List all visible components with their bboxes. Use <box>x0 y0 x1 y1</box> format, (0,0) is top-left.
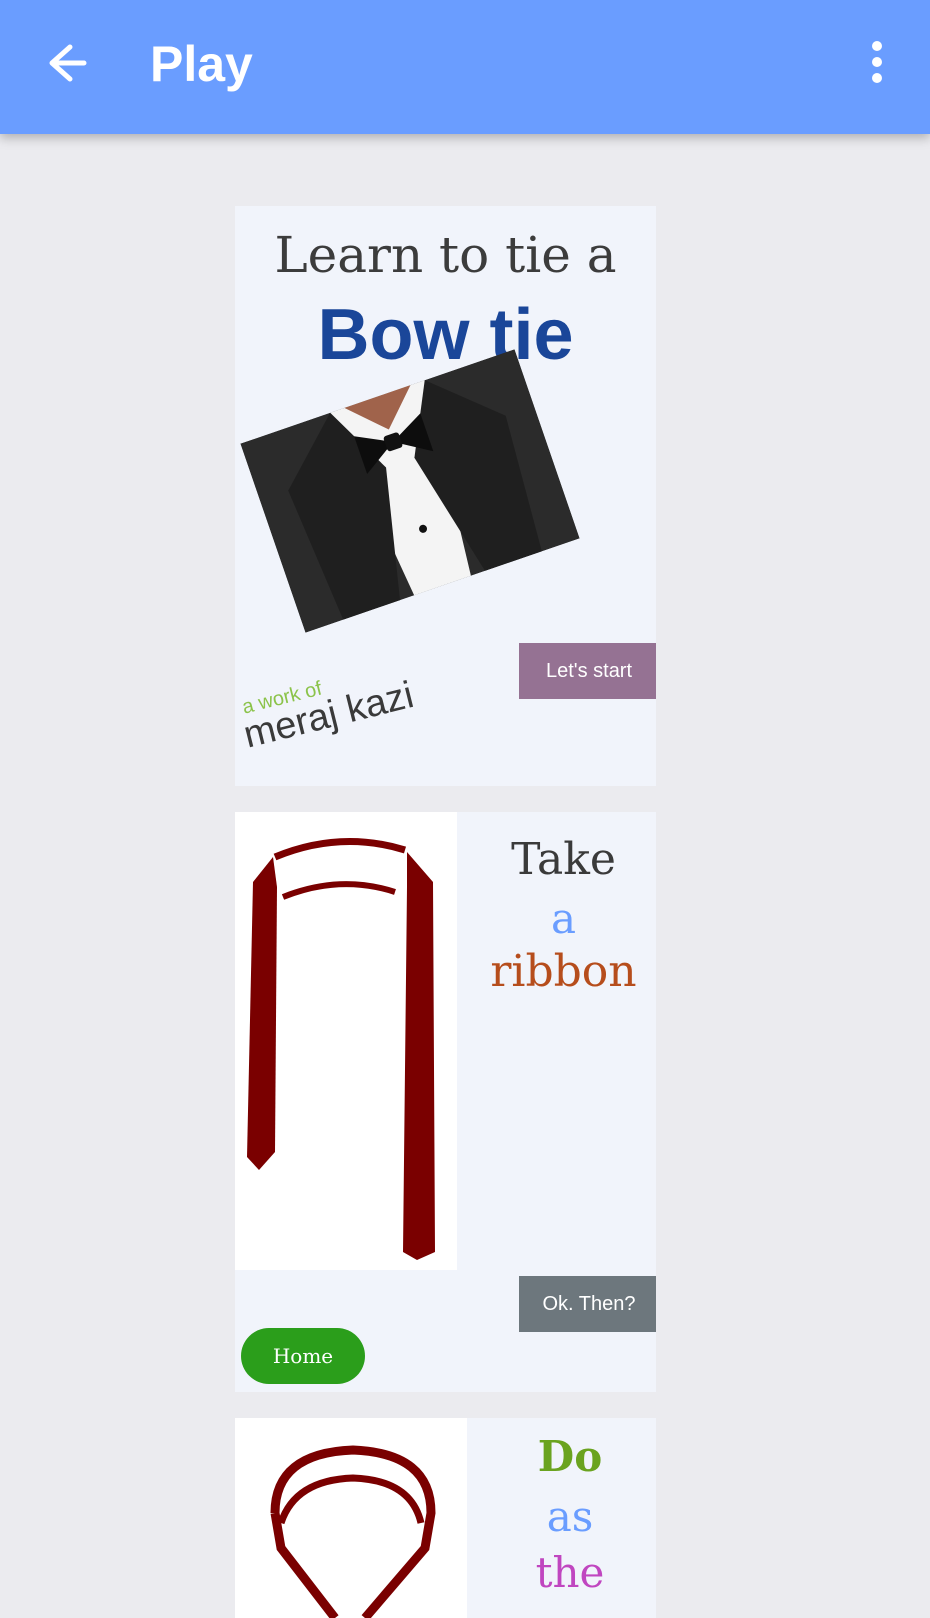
arrow-left-icon <box>49 44 87 82</box>
step1-word-take: Take <box>511 834 616 885</box>
back-button[interactable] <box>40 38 96 94</box>
intro-heading-line1: Learn to tie a <box>274 226 617 284</box>
bow-tie-tuxedo-image <box>240 349 580 633</box>
step1-word-ribbon: ribbon <box>490 946 637 997</box>
app-bar: Play <box>0 0 930 134</box>
page-title: Play <box>150 36 253 92</box>
home-button[interactable]: Home <box>241 1328 365 1384</box>
intro-heading-line2: Bow tie <box>317 295 574 375</box>
step-card-do-as: Do as the <box>235 1418 656 1618</box>
step2-word-do: Do <box>537 1432 603 1481</box>
step2-word-as: as <box>546 1492 594 1541</box>
more-vert-icon <box>872 41 882 83</box>
ribbon-illustration <box>247 837 435 1260</box>
step1-word-a: a <box>550 894 577 943</box>
ok-then-button[interactable]: Ok. Then? <box>519 1276 656 1332</box>
ribbon-crossed-illustration <box>270 1445 436 1618</box>
credit-name: meraj kazi <box>239 674 418 757</box>
author-credit: a work of meraj kazi <box>235 635 478 778</box>
overflow-menu-button[interactable] <box>860 38 894 94</box>
intro-card: Learn to tie a Bow tie Let's start a wor… <box>235 206 656 786</box>
step-card-take-ribbon: Take a ribbon Ok. Then? Home <box>235 812 656 1392</box>
lets-start-button[interactable]: Let's start <box>519 643 656 699</box>
ribbon-illustration-panel <box>235 812 457 1270</box>
step2-illustration-panel <box>235 1418 467 1618</box>
step2-word-the: the <box>535 1548 605 1597</box>
